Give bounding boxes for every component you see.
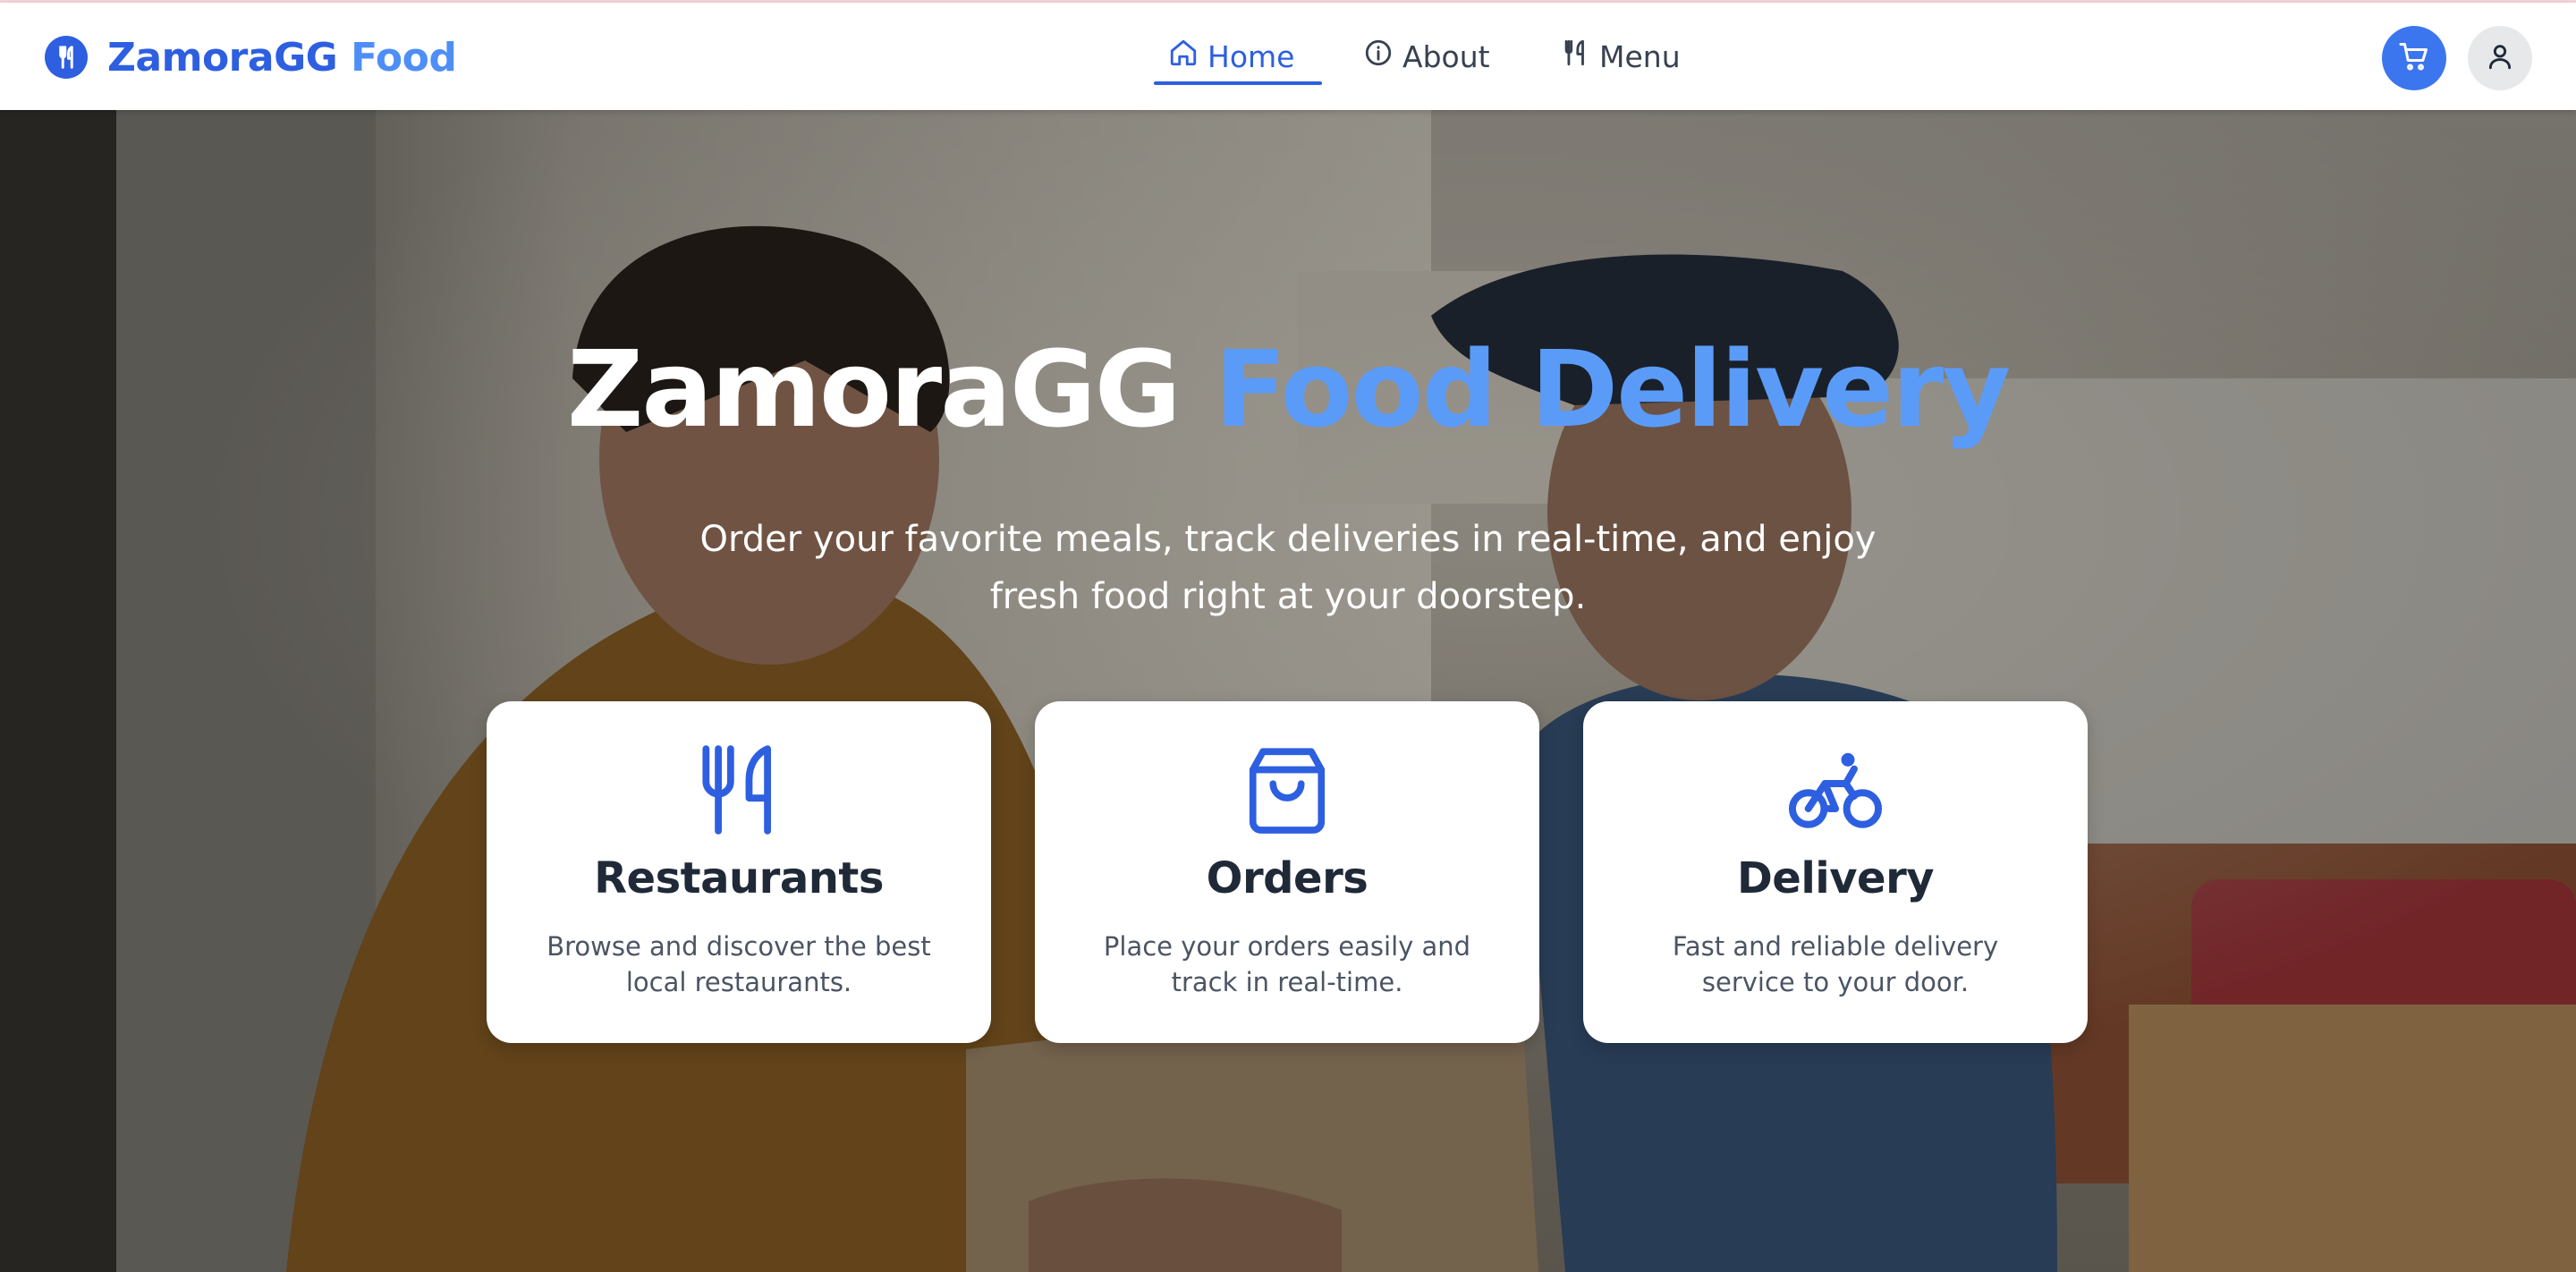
nav-label-menu: Menu bbox=[1599, 38, 1681, 74]
card-title: Restaurants bbox=[594, 853, 884, 903]
utensils-icon bbox=[1560, 38, 1599, 75]
card-description: Fast and reliable delivery service to yo… bbox=[1672, 931, 1999, 997]
brand-name-primary: ZamoraGG bbox=[107, 34, 338, 81]
hero-title-accent: Food Delivery bbox=[1214, 327, 2011, 451]
user-icon bbox=[2485, 41, 2515, 75]
active-tab-underline bbox=[1154, 81, 1322, 85]
hero-title: ZamoraGG Food Delivery bbox=[0, 326, 2576, 454]
cart-button[interactable] bbox=[2382, 26, 2446, 90]
nav-label-about: About bbox=[1402, 38, 1490, 74]
brand-name-secondary: Food bbox=[351, 34, 457, 81]
hero-section: ZamoraGG Food Delivery Order your favori… bbox=[0, 110, 2576, 1272]
hero-subtitle: Order your favorite meals, track deliver… bbox=[699, 519, 1877, 617]
utensils-icon bbox=[45, 36, 88, 79]
hero-title-primary: ZamoraGG bbox=[566, 327, 1182, 451]
card-description: Browse and discover the best local resta… bbox=[547, 931, 931, 997]
shopping-bag-icon bbox=[1035, 741, 1539, 839]
top-navbar: ZamoraGG Food Home About Menu bbox=[0, 3, 2576, 110]
info-icon bbox=[1363, 38, 1402, 75]
nav-label-home: Home bbox=[1208, 38, 1295, 74]
feature-card-delivery[interactable]: Delivery Fast and reliable delivery serv… bbox=[1583, 701, 2088, 1043]
cart-icon bbox=[2398, 40, 2430, 76]
card-description: Place your orders easily and track in re… bbox=[1103, 931, 1471, 997]
feature-card-restaurants[interactable]: Restaurants Browse and discover the best… bbox=[487, 701, 991, 1043]
home-icon bbox=[1168, 38, 1208, 75]
utensils-icon bbox=[487, 741, 991, 839]
hero-dim-overlay bbox=[0, 110, 2576, 1272]
card-title: Delivery bbox=[1736, 853, 1935, 903]
user-profile-button[interactable] bbox=[2468, 26, 2532, 90]
nav-item-about[interactable]: About bbox=[1363, 31, 1490, 81]
card-title: Orders bbox=[1206, 853, 1368, 903]
nav-item-home[interactable]: Home bbox=[1154, 31, 1322, 85]
nav-item-menu[interactable]: Menu bbox=[1560, 31, 1681, 81]
feature-card-orders[interactable]: Orders Place your orders easily and trac… bbox=[1035, 701, 1539, 1043]
brand-logo[interactable]: ZamoraGG Food bbox=[45, 34, 457, 81]
bike-icon bbox=[1583, 741, 2088, 839]
